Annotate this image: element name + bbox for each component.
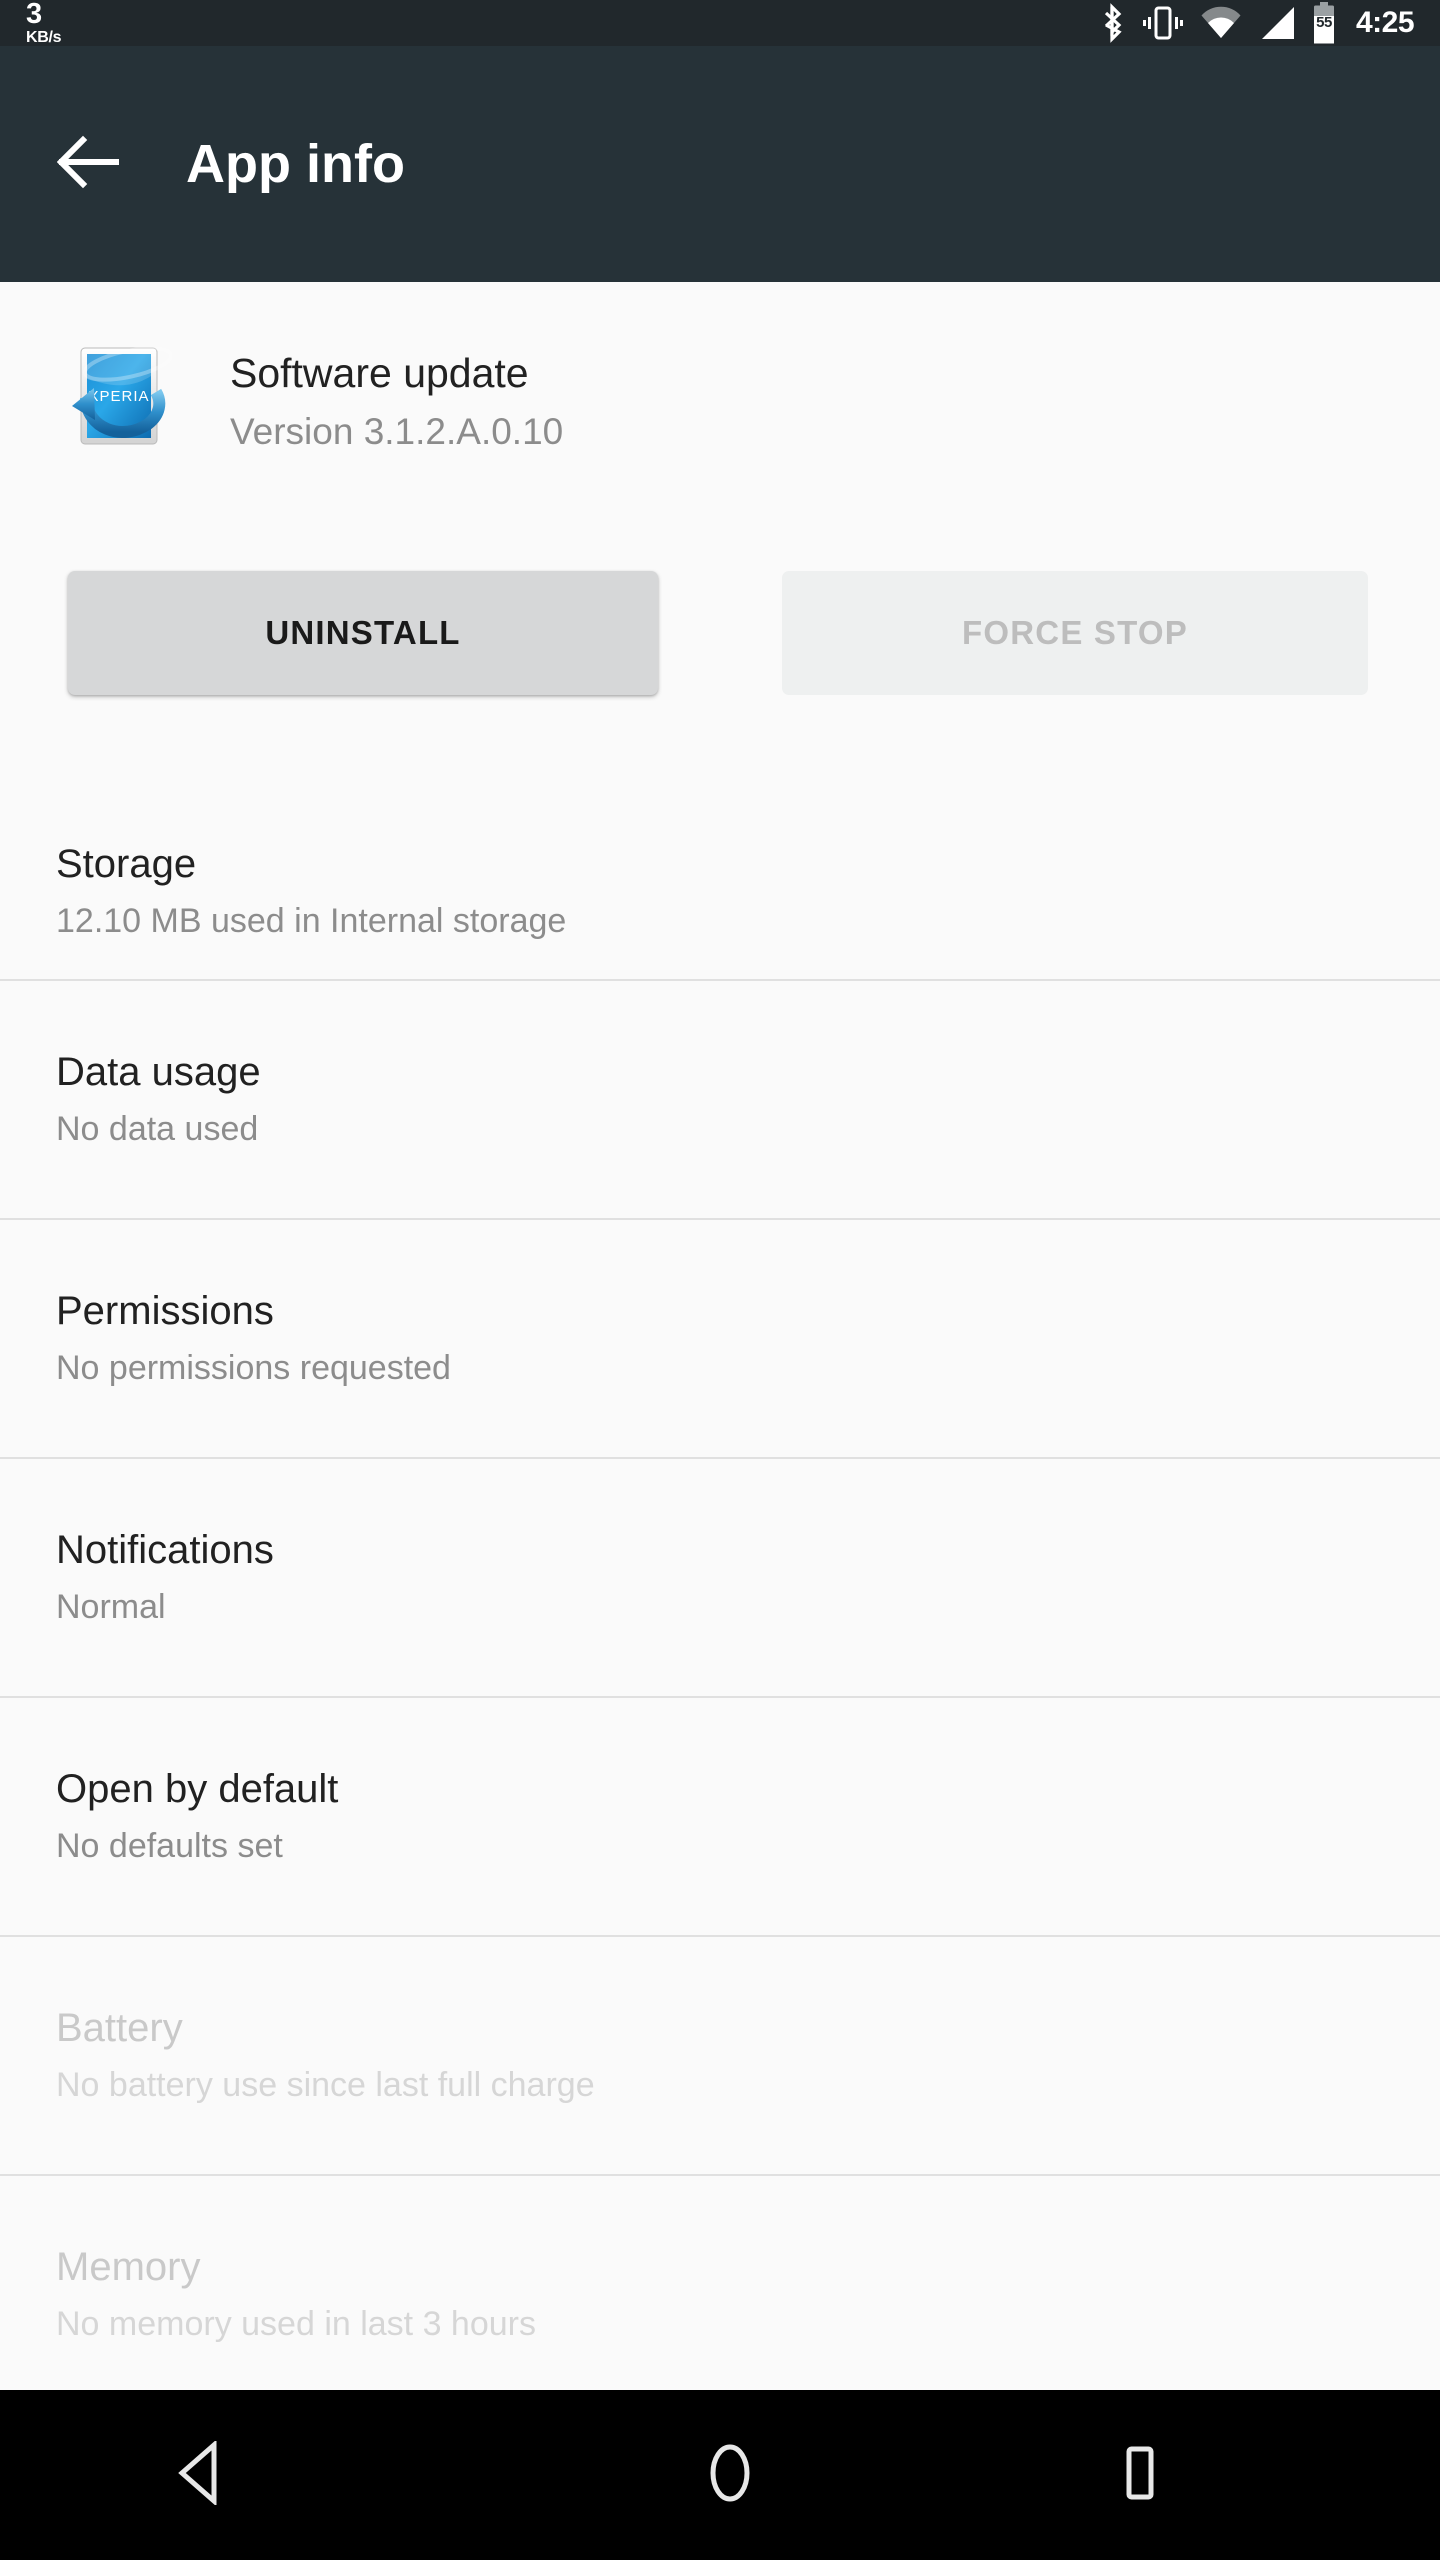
list-item-subtitle: No defaults set — [56, 1827, 283, 1866]
list-item-title: Open by default — [56, 1767, 339, 1812]
list-item-title: Storage — [56, 841, 197, 886]
uninstall-button[interactable]: UNINSTALL — [68, 571, 658, 696]
list-item-title: Data usage — [56, 1050, 261, 1095]
app-bar: App info — [0, 46, 1440, 282]
action-button-row: UNINSTALL FORCE STOP — [0, 571, 1440, 696]
app-name: Software update — [230, 350, 529, 396]
nav-home-icon — [701, 2441, 759, 2510]
bluetooth-icon — [1100, 3, 1126, 43]
status-clock: 4:25 — [1355, 6, 1415, 39]
cellular-signal-icon — [1258, 6, 1296, 40]
app-name-block: Software update Version 3.1.2.A.0.10 — [230, 344, 563, 453]
app-summary-header: XPERIA Software update Version 3.1.2.A.0… — [0, 282, 1440, 453]
wifi-icon — [1200, 6, 1242, 40]
list-item-subtitle: No memory used in last 3 hours — [56, 2305, 536, 2344]
list-item: Battery No battery use since last full ch… — [0, 1935, 1440, 2175]
nav-home-button[interactable] — [640, 2390, 820, 2560]
page-title: App info — [186, 134, 405, 194]
status-icons: 55 4:25 — [1100, 2, 1415, 44]
list-item-subtitle: No data used — [56, 1110, 259, 1149]
battery-level-label: 55 — [1316, 14, 1332, 31]
list-item: Memory No memory used in last 3 hours — [0, 2174, 1440, 2390]
list-item[interactable]: Notifications Normal — [0, 1457, 1440, 1697]
status-bar: 3 KB/s 55 4:25 — [0, 0, 1440, 46]
list-item[interactable]: Open by default No defaults set — [0, 1696, 1440, 1936]
battery-icon: 55 — [1312, 2, 1336, 44]
phone-screen: 3 KB/s 55 4:25 App info XPERIA Software … — [0, 0, 1440, 2560]
list-item[interactable]: Permissions No permissions requested — [0, 1218, 1440, 1458]
back-button[interactable] — [38, 135, 138, 194]
xperia-software-update-icon: XPERIA — [68, 344, 172, 448]
list-item-subtitle: Normal — [56, 1588, 166, 1627]
list-item-title: Permissions — [56, 1289, 274, 1334]
list-item-title: Notifications — [56, 1528, 274, 1573]
nav-recents-button[interactable] — [1050, 2390, 1230, 2560]
network-speed-unit: KB/s — [26, 29, 62, 46]
list-item-title: Memory — [56, 2245, 201, 2290]
app-info-list: Storage 12.10 MB used in Internal storage… — [0, 799, 1440, 2390]
svg-text:XPERIA: XPERIA — [88, 388, 149, 405]
nav-back-button[interactable] — [110, 2390, 290, 2560]
arrow-back-icon — [56, 135, 120, 194]
list-item-title: Battery — [56, 2006, 183, 2051]
app-info-content: XPERIA Software update Version 3.1.2.A.0… — [0, 282, 1440, 2390]
list-item-subtitle: No battery use since last full charge — [56, 2066, 595, 2105]
force-stop-button: FORCE STOP — [782, 571, 1368, 696]
list-item-subtitle: No permissions requested — [56, 1349, 451, 1388]
vibrate-icon — [1142, 4, 1184, 42]
nav-recents-icon — [1111, 2441, 1169, 2510]
list-item[interactable]: Data usage No data used — [0, 979, 1440, 1219]
nav-back-icon — [170, 2438, 230, 2510]
network-speed-indicator: 3 KB/s — [26, 0, 62, 46]
navigation-bar — [0, 2390, 1440, 2560]
app-version: Version 3.1.2.A.0.10 — [230, 411, 564, 453]
list-item[interactable]: Storage 12.10 MB used in Internal storage — [0, 799, 1440, 980]
network-speed-value: 3 — [26, 0, 42, 30]
list-item-subtitle: 12.10 MB used in Internal storage — [56, 901, 567, 940]
